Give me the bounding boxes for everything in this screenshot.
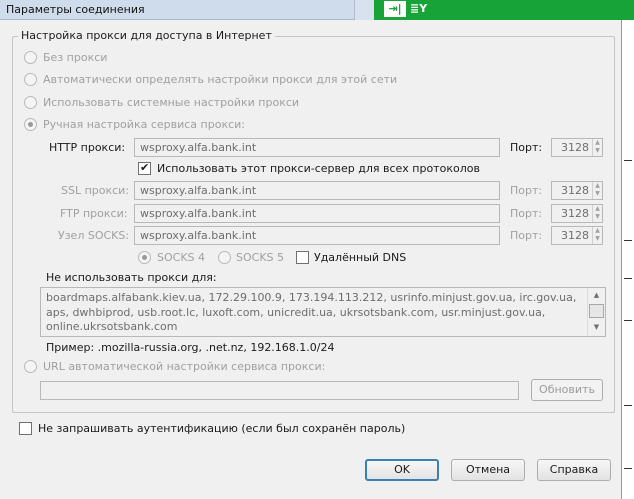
use-for-all-label[interactable]: Использовать этот прокси-сервер для всех… — [157, 162, 480, 175]
cancel-button[interactable]: Отмена — [451, 459, 525, 481]
ssl-port-label: Порт: — [510, 184, 543, 197]
manual-proxy-label[interactable]: Ручная настройка сервиса прокси: — [43, 118, 245, 131]
ftp-proxy-input[interactable]: wsproxy.alfa.bank.int — [134, 204, 500, 223]
ssl-port-input[interactable]: 3128 ▲ ▼ — [551, 181, 603, 200]
ftp-port-value: 3128 — [561, 207, 589, 220]
system-proxy-radio[interactable] — [24, 96, 37, 109]
socks5-radio[interactable] — [218, 251, 231, 264]
scroll-down-icon[interactable]: ▼ — [589, 321, 604, 334]
no-proxy-for-label: Не использовать прокси для: — [46, 271, 217, 284]
ftp-proxy-label: FTP прокси: — [60, 207, 128, 220]
background-window-edge — [622, 20, 634, 499]
manual-proxy-radio[interactable] — [24, 118, 37, 131]
socks-port-value: 3128 — [561, 229, 589, 242]
ftp-port-input[interactable]: 3128 ▲ ▼ — [551, 204, 603, 223]
ssl-port-value: 3128 — [561, 184, 589, 197]
window-title: Параметры соединения — [6, 3, 145, 16]
auto-detect-label[interactable]: Автоматически определять настройки прокс… — [43, 73, 397, 86]
http-port-label: Порт: — [510, 141, 543, 154]
no-auth-prompt-checkbox[interactable] — [19, 422, 32, 435]
no-auth-prompt-label[interactable]: Не запрашивать аутентификацию (если был … — [38, 422, 405, 435]
textarea-scrollbar[interactable]: ▲ ▼ — [587, 288, 605, 336]
pin-icon[interactable]: ⇥| — [384, 1, 406, 17]
filter-icon[interactable]: ≣Y — [410, 2, 427, 15]
remote-dns-checkbox[interactable] — [296, 251, 309, 264]
socks-port-input[interactable]: 3128 ▲ ▼ — [551, 226, 603, 245]
http-proxy-input[interactable]: wsproxy.alfa.bank.int — [134, 138, 500, 157]
scroll-up-icon[interactable]: ▲ — [589, 289, 604, 302]
pac-url-label[interactable]: URL автоматической настройки сервиса про… — [43, 360, 325, 373]
ok-button[interactable]: OK — [365, 459, 439, 481]
titlebar-close-area[interactable] — [354, 0, 374, 20]
no-proxy-radio[interactable] — [24, 51, 37, 64]
port-spinner-icon[interactable]: ▲ ▼ — [592, 227, 602, 244]
use-for-all-checkbox[interactable] — [138, 161, 151, 175]
socks5-label[interactable]: SOCKS 5 — [236, 251, 284, 264]
socks-host-input[interactable]: wsproxy.alfa.bank.int — [134, 226, 500, 245]
http-port-value: 3128 — [561, 141, 589, 154]
ssl-proxy-label: SSL прокси: — [61, 184, 130, 197]
http-port-input[interactable]: 3128 ▲ ▼ — [551, 138, 603, 157]
no-proxy-example: Пример: .mozilla-russia.org, .net.nz, 19… — [46, 341, 335, 354]
pac-url-input[interactable] — [40, 381, 519, 400]
socks4-label[interactable]: SOCKS 4 — [157, 251, 205, 264]
http-proxy-label: HTTP прокси: — [49, 141, 126, 154]
port-spinner-icon[interactable]: ▲ ▼ — [592, 182, 602, 199]
socks4-radio[interactable] — [138, 251, 151, 264]
auto-detect-radio[interactable] — [24, 73, 37, 86]
reload-button[interactable]: Обновить — [531, 379, 603, 401]
socks-host-label: Узел SOCKS: — [58, 229, 130, 242]
no-proxy-for-textarea[interactable]: boardmaps.alfabank.kiev.ua, 172.29.100.9… — [40, 287, 606, 337]
groupbox-label: Настройка прокси для доступа в Интернет — [18, 29, 275, 42]
port-spinner-icon[interactable]: ▲ ▼ — [592, 205, 602, 222]
pac-url-radio[interactable] — [24, 360, 37, 373]
scroll-thumb[interactable] — [589, 304, 604, 318]
ssl-proxy-input[interactable]: wsproxy.alfa.bank.int — [134, 181, 500, 200]
proxy-settings-groupbox — [12, 36, 615, 413]
ftp-port-label: Порт: — [510, 207, 543, 220]
remote-dns-label[interactable]: Удалённый DNS — [314, 251, 406, 264]
help-button[interactable]: Справка — [537, 459, 611, 481]
no-proxy-label[interactable]: Без прокси — [43, 51, 107, 64]
port-spinner-icon[interactable]: ▲ ▼ — [592, 139, 602, 156]
socks-port-label: Порт: — [510, 229, 543, 242]
system-proxy-label[interactable]: Использовать системные настройки прокси — [43, 96, 299, 109]
